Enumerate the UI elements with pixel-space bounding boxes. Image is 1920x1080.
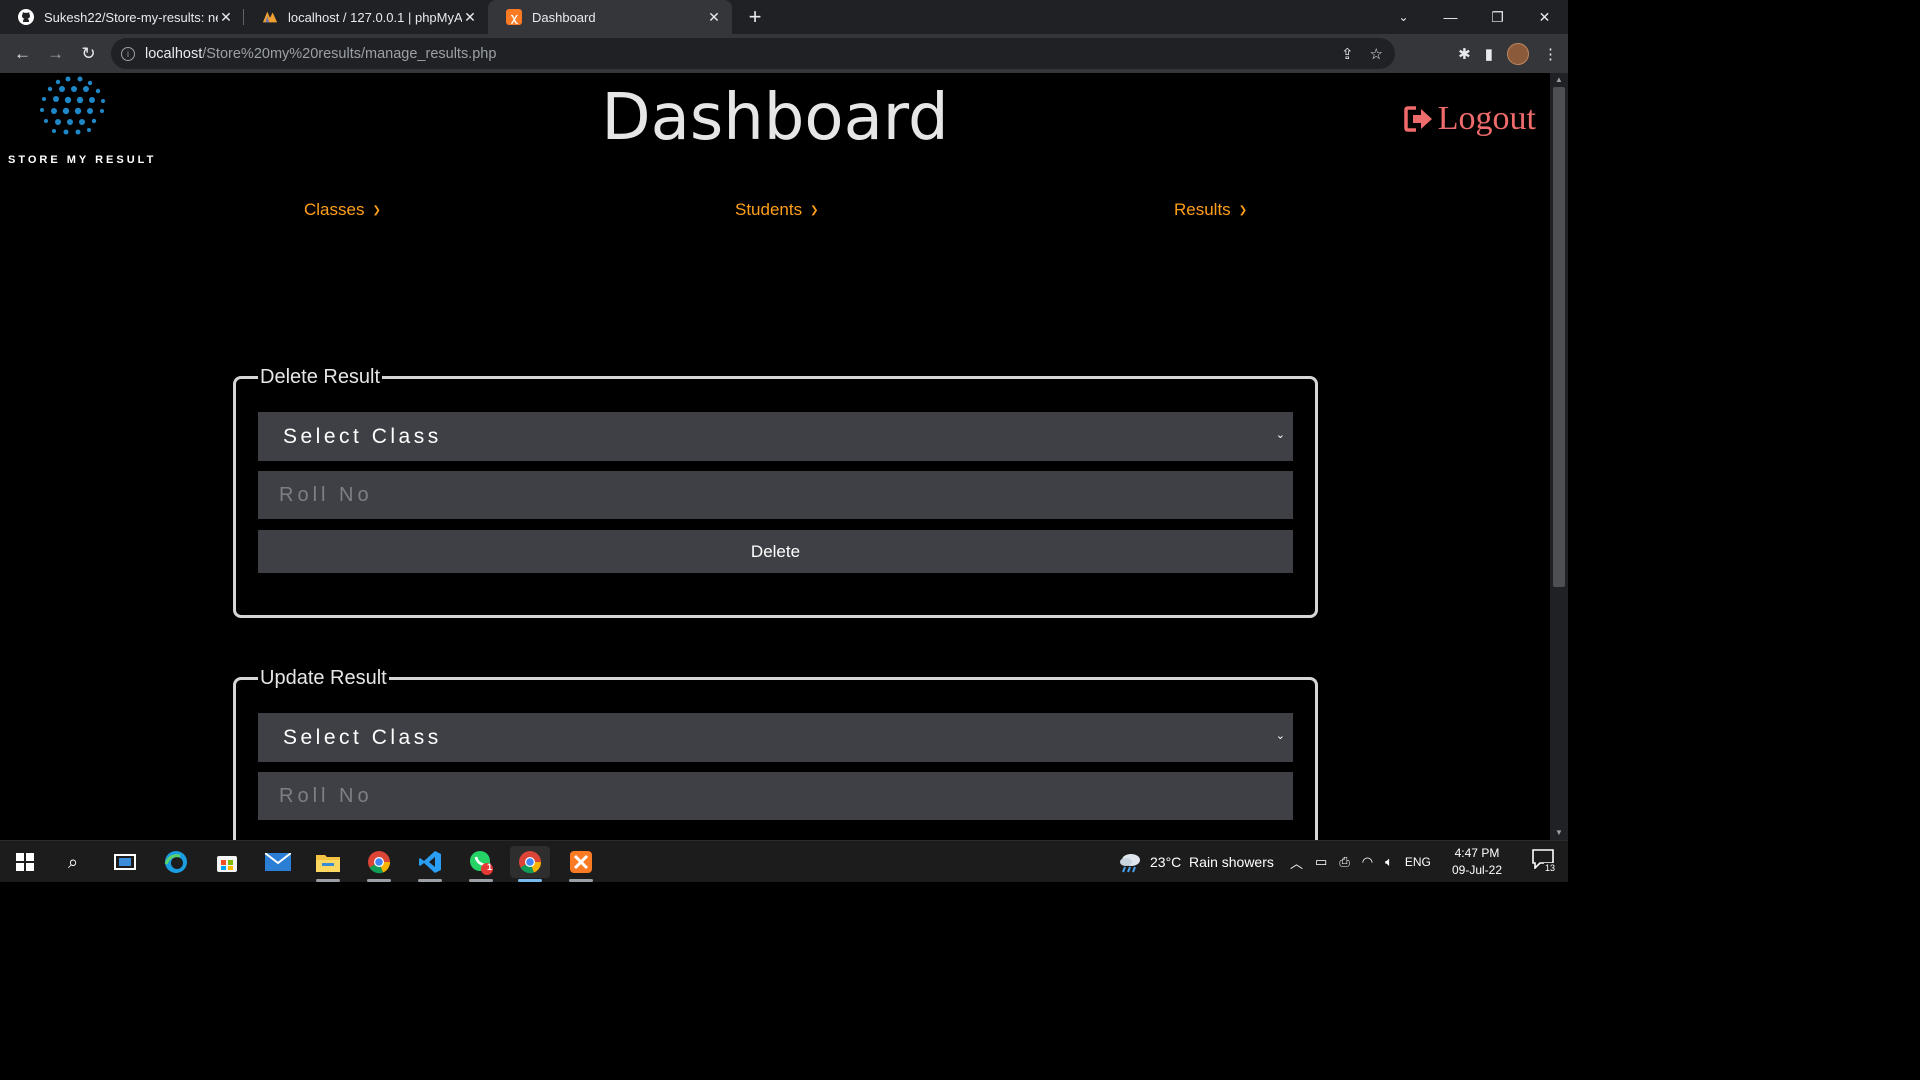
scroll-down-arrow[interactable]: ▼ <box>1550 826 1568 840</box>
url-path: /Store%20my%20results/manage_results.php <box>202 45 497 62</box>
button-label: Delete <box>750 541 801 561</box>
chevron-down-icon: ❯ <box>810 204 819 216</box>
scroll-thumb[interactable] <box>1553 87 1565 587</box>
select-value: Select Class <box>283 725 442 749</box>
rain-cloud-icon <box>1120 854 1140 873</box>
back-button[interactable]: ← <box>6 37 39 70</box>
extensions-icon[interactable]: ✱ <box>1458 45 1471 63</box>
restore-button[interactable]: ❐ <box>1474 0 1521 34</box>
chevron-down-icon: ❯ <box>372 204 381 216</box>
wifi-icon[interactable]: ◠ <box>1362 854 1373 870</box>
share-icon[interactable]: ⇪ <box>1341 45 1354 63</box>
file-explorer-icon[interactable] <box>308 846 348 882</box>
battery-icon[interactable]: ▭ <box>1315 854 1327 870</box>
whatsapp-icon[interactable]: 1 <box>461 846 501 882</box>
new-tab-button[interactable]: + <box>738 0 772 34</box>
window-controls: ⌄ — ❐ ✕ <box>1380 0 1568 34</box>
input-placeholder: Roll No <box>279 784 373 807</box>
delete-result-form: Delete Result Select Class ⌄ Roll No Del… <box>233 366 1318 618</box>
weather-text: 23°C Rain showers <box>1150 854 1274 870</box>
roll-no-input[interactable]: Roll No <box>258 772 1293 820</box>
site-info-icon[interactable]: i <box>121 46 135 61</box>
roll-no-input[interactable]: Roll No <box>258 471 1293 519</box>
notification-center[interactable]: 13 <box>1532 849 1558 875</box>
brand-name: STORE MY RESULT <box>8 154 157 166</box>
address-bar[interactable]: i localhost/Store%20my%20results/manage_… <box>111 38 1395 69</box>
menu-kebab-icon[interactable]: ⋮ <box>1543 45 1558 63</box>
nav-classes-dropdown[interactable]: Classes ❯ <box>304 200 381 220</box>
tab-title: localhost / 127.0.0.1 | phpMyAdm <box>288 9 462 25</box>
form-legend: Update Result <box>260 667 387 689</box>
system-tray: ︿ ▭ ⎙ ◠ 🔈︎ ENG <box>1290 841 1431 883</box>
class-select[interactable]: Select Class ⌄ <box>258 412 1293 461</box>
close-tab-icon[interactable]: ✕ <box>706 9 722 26</box>
chrome-icon[interactable] <box>359 846 399 882</box>
meet-now-icon[interactable]: ⎙ <box>1339 854 1349 870</box>
url-text: localhost/Store%20my%20results/manage_re… <box>145 46 496 62</box>
browser-tab-strip: Sukesh22/Store-my-results: new ✕ localho… <box>0 0 1568 34</box>
tab-title: Sukesh22/Store-my-results: new <box>44 9 218 25</box>
search-icon[interactable]: ⌕ <box>53 846 93 878</box>
scroll-up-arrow[interactable]: ▲ <box>1550 73 1568 87</box>
show-hidden-icons-chevron-icon[interactable]: ︿ <box>1290 853 1303 872</box>
page-title: Dashboard <box>601 81 949 155</box>
browser-tab-phpmyadmin[interactable]: localhost / 127.0.0.1 | phpMyAdm ✕ <box>244 0 488 34</box>
edge-browser-icon[interactable] <box>156 846 196 878</box>
nav-label: Students <box>735 200 803 219</box>
close-window-button[interactable]: ✕ <box>1521 0 1568 34</box>
bookmark-star-icon[interactable]: ☆ <box>1370 45 1383 63</box>
minimize-button[interactable]: — <box>1427 0 1474 34</box>
chevron-down-icon: ⌄ <box>1275 730 1285 742</box>
chevron-down-icon: ❯ <box>1238 204 1248 216</box>
tab-search-icon[interactable]: ⌄ <box>1380 0 1427 34</box>
close-tab-icon[interactable]: ✕ <box>218 9 234 26</box>
clock-time: 4:47 PM <box>1454 846 1500 860</box>
tab-title: Dashboard <box>532 9 596 25</box>
chevron-down-icon: ⌄ <box>1275 429 1285 441</box>
notification-count: 13 <box>1544 863 1557 873</box>
delete-button[interactable]: Delete <box>258 530 1293 573</box>
nav-label: Classes <box>304 200 365 219</box>
browser-toolbar: ← → ↻ i localhost/Store%20my%20results/m… <box>0 34 1568 73</box>
browser-tab-github[interactable]: Sukesh22/Store-my-results: new ✕ <box>0 0 244 34</box>
profile-avatar[interactable] <box>1507 42 1529 65</box>
url-host: localhost <box>145 45 203 62</box>
select-value: Select Class <box>283 424 442 448</box>
language-indicator[interactable]: ENG <box>1405 855 1431 869</box>
forward-button[interactable]: → <box>39 37 72 70</box>
form-legend: Delete Result <box>260 366 381 388</box>
page-viewport: STORE MY RESULT Dashboard Logout Classes… <box>0 73 1550 840</box>
phpmyadmin-icon <box>262 9 278 25</box>
volume-icon[interactable]: 🔈︎ <box>1385 854 1393 870</box>
logout-button[interactable]: Logout <box>1404 100 1536 138</box>
main-nav: Classes ❯ Students ❯ Results ❯ <box>0 200 1550 222</box>
vscode-icon[interactable] <box>410 846 450 882</box>
input-placeholder: Roll No <box>279 483 373 506</box>
xampp-icon: ꭓ <box>506 9 522 25</box>
xampp-icon[interactable] <box>561 846 601 882</box>
task-view-icon[interactable] <box>105 846 145 878</box>
close-tab-icon[interactable]: ✕ <box>462 9 478 26</box>
windows-start-icon[interactable] <box>5 846 45 878</box>
windows-taskbar: ⌕ 1 23°C Rain showers ︿ ▭ ⎙ ◠ 🔈︎ ENG 4:4… <box>0 840 1568 882</box>
clock-date: 09-Jul-22 <box>1451 863 1502 877</box>
side-panel-icon[interactable]: ▮ <box>1485 45 1493 63</box>
logout-label: Logout <box>1437 100 1536 137</box>
sign-out-icon <box>1404 106 1432 132</box>
page-scrollbar[interactable]: ▲ ▼ <box>1550 73 1568 840</box>
chrome-active-icon[interactable] <box>510 846 550 882</box>
weather-widget[interactable]: 23°C Rain showers <box>1118 841 1274 883</box>
class-select[interactable]: Select Class ⌄ <box>258 713 1293 762</box>
nav-label: Results <box>1174 200 1231 219</box>
nav-students-dropdown[interactable]: Students ❯ <box>735 200 819 220</box>
nav-results-dropdown[interactable]: Results ❯ <box>1174 200 1247 220</box>
microsoft-store-icon[interactable] <box>207 846 247 878</box>
browser-tab-dashboard[interactable]: ꭓ Dashboard ✕ <box>488 0 732 34</box>
reload-button[interactable]: ↻ <box>72 37 105 70</box>
mail-icon[interactable] <box>258 846 298 878</box>
taskbar-clock[interactable]: 4:47 PM 09-Jul-22 <box>1452 845 1502 879</box>
github-icon <box>18 9 34 25</box>
update-result-form: Update Result Select Class ⌄ Roll No <box>233 667 1318 840</box>
whatsapp-badge: 1 <box>487 862 493 872</box>
